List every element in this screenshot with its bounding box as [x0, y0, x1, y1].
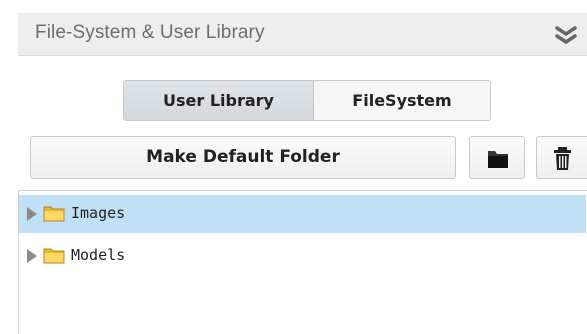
double-chevron-down-icon[interactable]: [553, 24, 579, 46]
folder-icon: [43, 248, 65, 264]
folder-icon: [43, 206, 65, 222]
tree-item-label: Images: [71, 204, 126, 222]
make-default-folder-button[interactable]: Make Default Folder: [30, 136, 456, 179]
trash-icon: [554, 147, 571, 170]
open-folder-button[interactable]: [469, 136, 525, 179]
tab-user-library[interactable]: User Library: [124, 81, 314, 120]
library-tabs: User Library FileSystem: [123, 80, 491, 121]
folder-icon: [488, 151, 508, 168]
delete-button[interactable]: [536, 136, 587, 179]
file-system-library-panel: File-System & User Library User Library …: [0, 0, 587, 334]
expand-arrow-icon[interactable]: [27, 207, 37, 221]
tab-file-system[interactable]: FileSystem: [314, 81, 490, 120]
folder-tree: Images Models: [18, 190, 587, 334]
tree-item-images[interactable]: Images: [19, 195, 586, 233]
panel-header[interactable]: File-System & User Library: [18, 13, 587, 56]
tree-item-label: Models: [71, 246, 126, 264]
expand-arrow-icon[interactable]: [27, 249, 37, 263]
panel-title: File-System & User Library: [35, 22, 265, 43]
tree-item-models[interactable]: Models: [19, 237, 586, 275]
